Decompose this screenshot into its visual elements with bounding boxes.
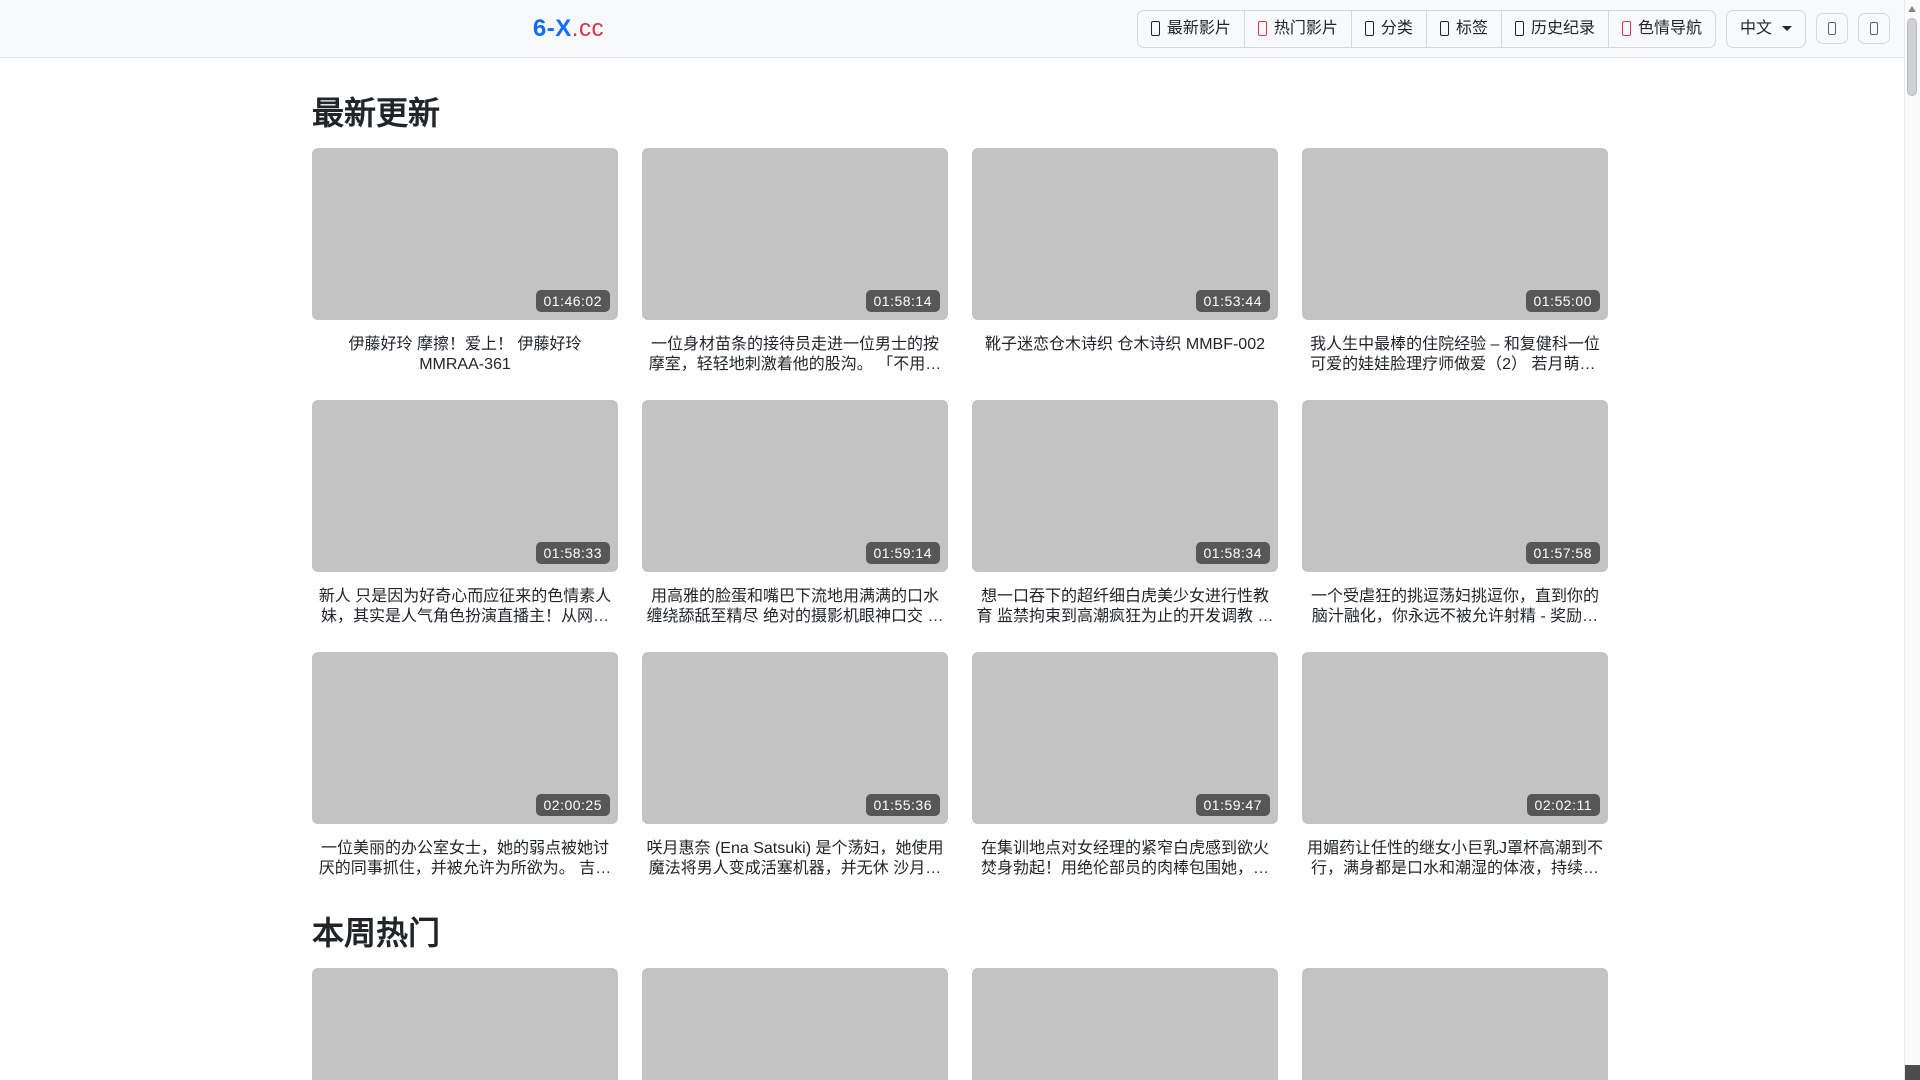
video-thumbnail[interactable]: 01:55:00 (1302, 148, 1608, 320)
brand-name: 6-X (532, 14, 572, 42)
video-card[interactable]: 02:02:11 用媚药让任性的继女小巨乳J罩杯高潮到不行，满身都是口水和潮湿的… (1302, 652, 1608, 878)
nav-latest-videos-button[interactable]: 最新影片 (1136, 9, 1245, 48)
video-thumbnail[interactable]: 01:59:14 (642, 400, 948, 573)
categories-icon (1364, 21, 1374, 36)
duration-badge: 01:59:14 (865, 542, 940, 565)
video-card[interactable] (312, 968, 618, 1080)
video-card[interactable]: 01:58:14 一位身材苗条的接待员走进一位男士的按摩室，轻轻地刺激着他的股沟… (642, 148, 948, 374)
video-title[interactable]: 用高雅的脸蛋和嘴巴下流地用满满的口水缠绕舔舐至精尽 绝对的摄影机眼神口交 通野未… (646, 587, 944, 626)
video-card[interactable]: 01:46:02 伊藤好玲 摩擦！爱上！ 伊藤好玲 MMRAA-361 (312, 148, 618, 374)
duration-badge: 01:53:44 (1195, 290, 1270, 312)
language-dropdown[interactable]: 中文 (1725, 9, 1806, 48)
video-grid-weekly (312, 968, 1608, 1080)
nav-tags-label: 标签 (1455, 19, 1488, 37)
duration-badge: 01:58:33 (535, 542, 610, 565)
scroll-down-button[interactable] (1905, 1065, 1920, 1080)
video-title[interactable]: 用媚药让任性的继女小巨乳J罩杯高潮到不行，满身都是口水和潮湿的体液，持续做爱7天… (1306, 839, 1604, 878)
scroll-up-icon[interactable] (1908, 6, 1916, 12)
video-thumbnail[interactable]: 01:59:47 (972, 652, 1278, 825)
video-title[interactable]: 在集训地点对女经理的紧窄白虎感到欲火焚身勃起！用绝伦部员的肉棒包围她，直到精液.… (976, 839, 1274, 878)
video-title[interactable]: 伊藤好玲 摩擦！爱上！ 伊藤好玲 MMRAA-361 (316, 335, 614, 374)
video-card[interactable]: 01:55:36 咲月惠奈 (Ena Satsuki) 是个荡妇，她使用魔法将男… (642, 652, 948, 878)
video-title[interactable]: 咲月惠奈 (Ena Satsuki) 是个荡妇，她使用魔法将男人变成活塞机器，并… (646, 839, 944, 878)
nav-categories-button[interactable]: 分类 (1350, 9, 1427, 48)
video-card[interactable]: 01:57:58 一个受虐狂的挑逗荡妇挑逗你，直到你的脑汁融化，你永远不被允许射… (1302, 400, 1608, 626)
nav-adult-directory-button[interactable]: 色情导航 (1607, 9, 1716, 48)
nav-icon-button-left[interactable] (1816, 13, 1848, 44)
video-thumbnail[interactable] (972, 968, 1278, 1080)
video-thumbnail[interactable] (1302, 968, 1608, 1080)
section-title-weekly-hot: 本周热门 (312, 915, 441, 952)
video-thumbnail[interactable]: 01:46:02 (312, 148, 618, 320)
video-card[interactable]: 01:59:47 在集训地点对女经理的紧窄白虎感到欲火焚身勃起！用绝伦部员的肉棒… (972, 652, 1278, 878)
video-card[interactable]: 01:55:00 我人生中最棒的住院经验 – 和复健科一位可爱的娃娃脸理疗师做爱… (1302, 148, 1608, 374)
nav-tags-button[interactable]: 标签 (1425, 9, 1502, 48)
navbar-actions: 最新影片 热门影片 分类 标签 历史纪录 色情导航 中文 (1136, 9, 1890, 48)
nav-icon-button-right[interactable] (1858, 13, 1890, 44)
duration-badge: 01:55:00 (1525, 290, 1600, 312)
video-title[interactable]: 想一口吞下的超纤细白虎美少女进行性教育 监禁拘束到高潮疯狂为止的开发调教 市井结… (976, 587, 1274, 626)
video-thumbnail[interactable]: 01:58:14 (642, 148, 948, 320)
nav-categories-label: 分类 (1380, 19, 1413, 37)
video-card[interactable]: 01:53:44 靴子迷恋仓木诗织 仓木诗织 MMBF-002 (972, 148, 1278, 374)
nav-hot-videos-button[interactable]: 热门影片 (1243, 9, 1352, 48)
duration-badge: 01:57:58 (1525, 542, 1600, 565)
video-title[interactable]: 一位身材苗条的接待员走进一位男士的按摩室，轻轻地刺激着他的股沟。 「不用客气，.… (646, 335, 944, 374)
brand-tld: .cc (571, 14, 604, 42)
video-title[interactable]: 一位美丽的办公室女士，她的弱点被她讨厌的同事抓住，并被允许为所欲为。 吉泽友贵.… (316, 839, 614, 878)
scrollbar[interactable] (1904, 0, 1920, 1080)
video-title[interactable]: 新人 只是因为好奇心而应征来的色情素人妹，其实是人气角色扮演直播主！从网路的世界… (316, 587, 614, 626)
tags-icon (1439, 21, 1449, 36)
brand-zone: 6-X.cc (0, 15, 1137, 43)
video-thumbnail[interactable] (312, 968, 618, 1080)
duration-badge: 01:58:14 (865, 290, 940, 312)
duration-badge: 02:00:25 (535, 794, 610, 817)
unknown-glyph-icon (1870, 22, 1878, 35)
duration-badge: 01:58:34 (1195, 542, 1270, 565)
video-title[interactable]: 一个受虐狂的挑逗荡妇挑逗你，直到你的脑汁融化，你永远不被允许射精 - 奖励折磨受… (1306, 587, 1604, 626)
video-card[interactable] (642, 968, 948, 1080)
scrollbar-thumb[interactable] (1907, 18, 1917, 96)
nav-history-button[interactable]: 历史纪录 (1500, 9, 1609, 48)
duration-badge: 01:59:47 (1195, 794, 1270, 817)
hot-videos-icon (1257, 21, 1267, 36)
video-card[interactable]: 01:58:33 新人 只是因为好奇心而应征来的色情素人妹，其实是人气角色扮演直… (312, 400, 618, 626)
nav-latest-videos-label: 最新影片 (1166, 19, 1231, 37)
video-title[interactable]: 我人生中最棒的住院经验 – 和复健科一位可爱的娃娃脸理疗师做爱（2） 若月萌亚,… (1306, 335, 1604, 374)
video-thumbnail[interactable]: 01:53:44 (972, 148, 1278, 320)
video-title[interactable]: 靴子迷恋仓木诗织 仓木诗织 MMBF-002 (976, 335, 1274, 355)
section-title-latest-updates: 最新更新 (312, 95, 441, 131)
adult-directory-icon (1621, 21, 1631, 36)
brand-logo[interactable]: 6-X.cc (533, 15, 604, 42)
navbar-button-group: 最新影片 热门影片 分类 标签 历史纪录 色情导航 (1136, 9, 1716, 48)
nav-history-label: 历史纪录 (1530, 19, 1595, 37)
video-card[interactable]: 01:58:34 想一口吞下的超纤细白虎美少女进行性教育 监禁拘束到高潮疯狂为止… (972, 400, 1278, 626)
video-thumbnail[interactable]: 01:58:33 (312, 400, 618, 573)
video-grid-latest: 01:46:02 伊藤好玲 摩擦！爱上！ 伊藤好玲 MMRAA-361 01:5… (312, 148, 1608, 878)
nav-adult-directory-label: 色情导航 (1637, 19, 1702, 37)
chevron-down-icon (1782, 26, 1792, 31)
video-thumbnail[interactable]: 02:00:25 (312, 652, 618, 825)
section-latest-updates: 最新更新 01:46:02 伊藤好玲 摩擦！爱上！ 伊藤好玲 MMRAA-361… (312, 88, 1608, 878)
navbar: 6-X.cc 最新影片 热门影片 分类 标签 历史纪录 色情导航 中文 (0, 0, 1920, 58)
video-thumbnail[interactable]: 02:02:11 (1302, 652, 1608, 825)
video-card[interactable] (972, 968, 1278, 1080)
video-card[interactable] (1302, 968, 1608, 1080)
video-thumbnail[interactable]: 01:57:58 (1302, 400, 1608, 573)
duration-badge: 01:55:36 (865, 794, 940, 817)
section-weekly-hot: 本周热门 (312, 908, 1608, 1080)
duration-badge: 02:02:11 (1526, 794, 1600, 817)
latest-videos-icon (1150, 21, 1160, 36)
video-thumbnail[interactable]: 01:58:34 (972, 400, 1278, 573)
video-thumbnail[interactable]: 01:55:36 (642, 652, 948, 825)
language-dropdown-label: 中文 (1739, 19, 1772, 37)
video-card[interactable]: 01:59:14 用高雅的脸蛋和嘴巴下流地用满满的口水缠绕舔舐至精尽 绝对的摄影… (642, 400, 948, 626)
video-thumbnail[interactable] (642, 968, 948, 1080)
unknown-glyph-icon (1828, 22, 1836, 35)
main-content: 最新更新 01:46:02 伊藤好玲 摩擦！爱上！ 伊藤好玲 MMRAA-361… (300, 88, 1620, 1080)
nav-hot-videos-label: 热门影片 (1273, 19, 1338, 37)
duration-badge: 01:46:02 (535, 290, 610, 312)
history-icon (1514, 21, 1524, 36)
video-card[interactable]: 02:00:25 一位美丽的办公室女士，她的弱点被她讨厌的同事抓住，并被允许为所… (312, 652, 618, 878)
